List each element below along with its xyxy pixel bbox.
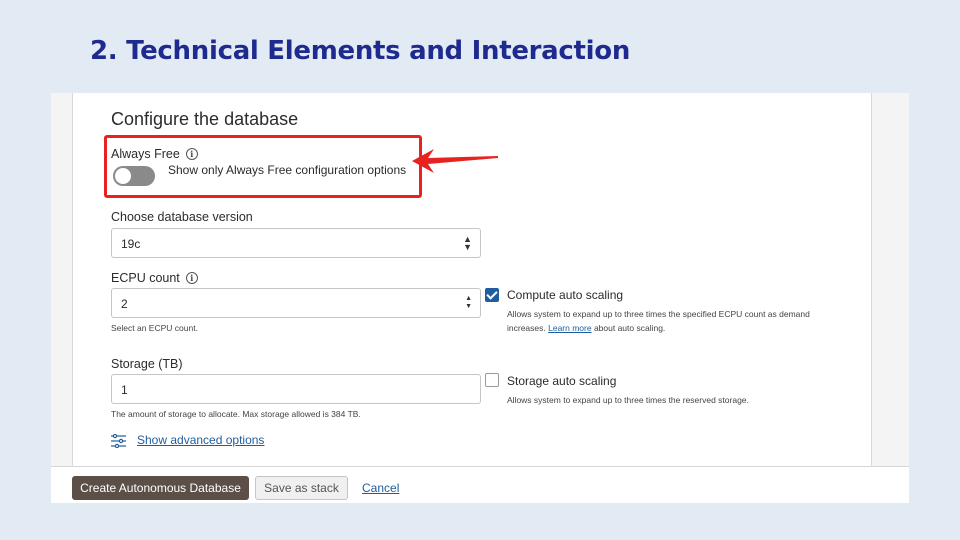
compute-auto-scaling-label: Compute auto scaling [507,288,624,302]
show-advanced-options-link[interactable]: Show advanced options [137,433,264,447]
sliders-icon[interactable] [111,434,126,448]
ecpu-value: 2 [121,297,128,311]
compute-auto-scaling-checkbox[interactable] [485,288,499,302]
select-chevron-icon: ▲ ▼ [463,234,472,252]
cancel-link[interactable]: Cancel [362,481,399,495]
section-heading: Configure the database [111,109,299,129]
db-version-value: 19c [121,237,141,251]
learn-more-link[interactable]: Learn more [548,323,591,333]
ecpu-hint: Select an ECPU count. [111,323,198,333]
highlight-box [104,135,422,198]
compute-desc-post: about auto scaling. [591,323,666,333]
slide-title: 2. Technical Elements and Interaction [90,36,631,66]
ecpu-label-row: ECPU count i [111,271,198,285]
compute-desc-pre: increases. [507,323,549,333]
db-version-label: Choose database version [111,210,253,224]
storage-auto-scaling-checkbox[interactable] [485,373,499,387]
storage-label: Storage (TB) [111,357,183,371]
compute-desc-line2: increases. Learn more about auto scaling… [507,321,810,335]
compute-desc-line1: Allows system to expand up to three time… [507,309,810,319]
create-autonomous-database-button[interactable]: Create Autonomous Database [72,476,249,500]
storage-auto-scaling-desc: Allows system to expand up to three time… [507,395,749,405]
ecpu-stepper[interactable]: 2 ▲ ▼ [111,288,481,318]
storage-auto-scaling-label: Storage auto scaling [507,374,617,388]
db-version-select[interactable]: 19c ▲ ▼ [111,228,481,258]
red-arrow-icon [412,149,498,173]
storage-hint: The amount of storage to allocate. Max s… [111,409,361,419]
info-icon[interactable]: i [185,272,198,284]
storage-input[interactable]: 1 [111,374,481,404]
storage-value: 1 [121,383,128,397]
stepper-arrows-icon[interactable]: ▲ ▼ [465,295,472,311]
ecpu-label: ECPU count [111,271,180,285]
compute-auto-scaling-desc: Allows system to expand up to three time… [507,307,810,335]
save-as-stack-button[interactable]: Save as stack [255,476,348,500]
